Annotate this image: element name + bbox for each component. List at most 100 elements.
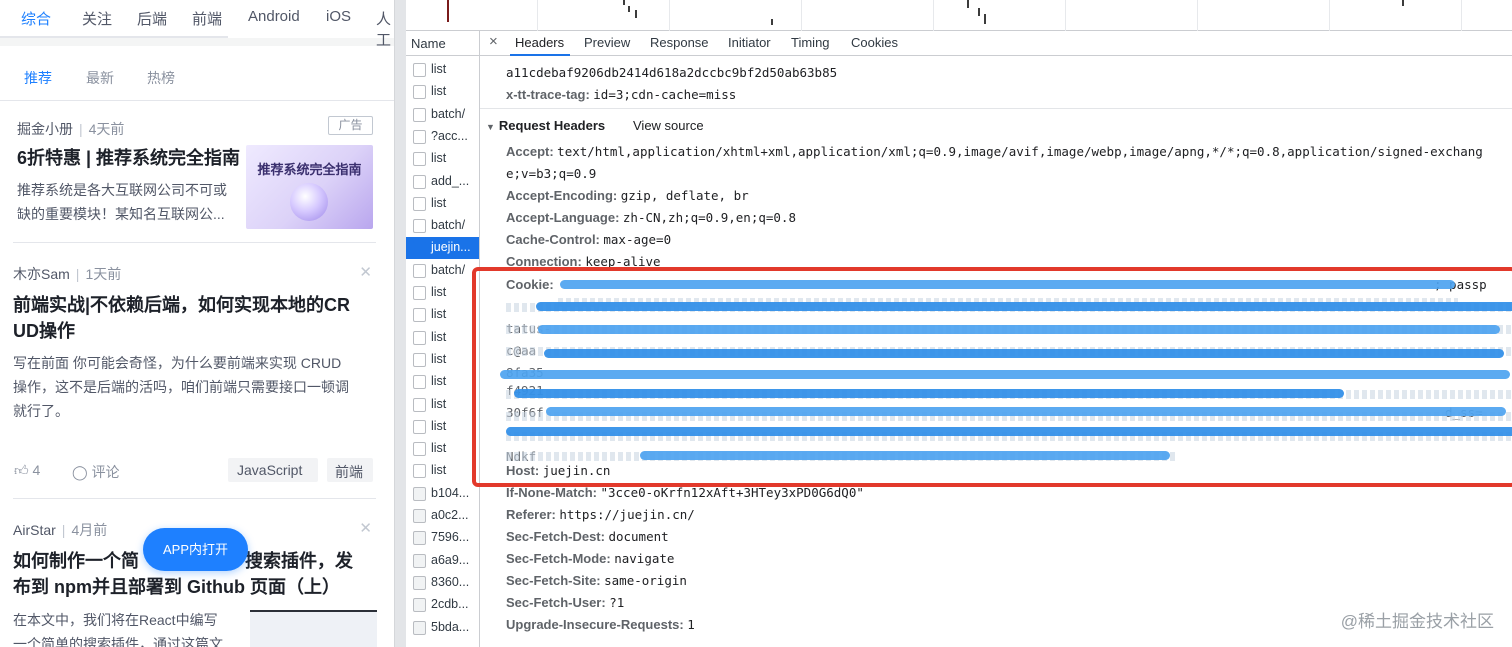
post-time: 4月前 [71, 522, 108, 538]
request-row[interactable]: ?acc... [406, 126, 479, 148]
title-fragment: 如何制作一个简 [13, 551, 139, 571]
nav-tab-frontend[interactable]: 前端 [192, 8, 222, 29]
article-meta: 木亦Sam | 1天前 [13, 266, 122, 282]
request-row[interactable]: list [406, 371, 479, 393]
request-row[interactable]: list [406, 327, 479, 349]
header-key: Referer: [506, 507, 556, 522]
request-row[interactable]: batch/ [406, 215, 479, 237]
image-file-icon [413, 598, 426, 613]
author-name[interactable]: 木亦Sam [13, 266, 70, 282]
request-row[interactable]: 7596... [406, 527, 479, 549]
nav-tab-following[interactable]: 关注 [82, 8, 112, 29]
image-file-icon [413, 509, 426, 523]
request-row[interactable]: b104... [406, 483, 479, 505]
article-thumbnail[interactable]: 推荐系统完全指南 [246, 145, 373, 229]
view-source-link[interactable]: View source [633, 118, 704, 133]
tab-initiator[interactable]: Initiator [728, 35, 771, 50]
article-title[interactable]: 6折特惠 | 推荐系统完全指南 [17, 145, 240, 171]
close-icon[interactable]: × [489, 33, 498, 50]
post-time: 1天前 [85, 266, 122, 282]
like-button[interactable]: 👍︎ 4 [14, 462, 40, 479]
request-row[interactable]: list [406, 394, 479, 416]
comment-button[interactable]: ◯ 评论 [72, 462, 120, 482]
request-row[interactable]: list [406, 59, 479, 81]
request-row[interactable]: list [406, 148, 479, 170]
document-file-icon [413, 308, 426, 323]
subtab-recommended[interactable]: 推荐 [24, 68, 52, 88]
nav-tab-android[interactable]: Android [248, 8, 300, 25]
request-header-row: Sec-Fetch-Site: same-origin [506, 573, 687, 588]
request-name-column: Name list list batch/?acc... list add_... lis… [406, 31, 480, 647]
request-name: b104... [431, 485, 470, 500]
open-in-app-button[interactable]: APP内打开 [143, 528, 248, 571]
request-name: 5bda... [431, 619, 470, 634]
article-abstract: 在本文中，我们将在React中编写 一个简单的搜索插件，通过这篇文 [13, 608, 243, 647]
request-row[interactable]: list [406, 81, 479, 103]
request-row[interactable]: list [406, 349, 479, 371]
request-row[interactable]: list [406, 460, 479, 482]
tab-response[interactable]: Response [650, 35, 709, 50]
timeline-bar [1402, 0, 1404, 6]
name-column-header[interactable]: Name [406, 31, 479, 56]
request-row[interactable]: batch/ [406, 260, 479, 282]
nav-tab-comprehensive[interactable]: 综合 [21, 8, 51, 29]
article-title[interactable]: 前端实战|不依赖后端，如何实现本地的CR UD操作 [13, 292, 383, 344]
response-header-row: x-tt-trace-tag: id=3;cdn-cache=miss [506, 87, 736, 102]
timeline-bar [771, 19, 773, 25]
watermark: @稀土掘金技术社区 [1340, 612, 1494, 631]
request-name: list [431, 62, 447, 76]
subtab-latest[interactable]: 最新 [86, 68, 114, 88]
article-abstract: 写在前面 你可能会奇怪，为什么要前端来实现 CRUD 操作，这不是后端的活吗，咱… [13, 351, 383, 423]
request-row[interactable]: batch/ [406, 104, 479, 126]
header-value: e;v=b3;q=0.9 [506, 166, 597, 181]
article-thumbnail[interactable] [250, 610, 377, 647]
header-value: text/html,application/xhtml+xml,applicat… [557, 144, 1483, 159]
nav-tab-backend[interactable]: 后端 [137, 8, 167, 29]
request-header-row: e;v=b3;q=0.9 [506, 166, 596, 181]
request-row[interactable]: a6a9... [406, 550, 479, 572]
tag-javascript[interactable]: JavaScript [237, 462, 302, 478]
dismiss-icon[interactable]: ✕ [359, 519, 372, 537]
header-value: id=3;cdn-cache=miss [593, 87, 737, 102]
request-row[interactable]: list [406, 193, 479, 215]
request-row[interactable]: juejin... [406, 237, 479, 260]
image-file-icon [413, 620, 426, 635]
nav-tab-ai[interactable]: 人工 [376, 8, 394, 50]
tab-cookies[interactable]: Cookies [851, 35, 898, 50]
tab-timing[interactable]: Timing [791, 35, 830, 50]
author-name[interactable]: 掘金小册 [17, 121, 73, 137]
request-name: list [431, 285, 447, 299]
request-row[interactable]: list [406, 304, 479, 326]
nav-tab-ios[interactable]: iOS [326, 8, 351, 25]
dismiss-icon[interactable]: ✕ [359, 263, 372, 281]
request-row[interactable]: 2cdb... [406, 594, 479, 616]
post-time: 4天前 [88, 121, 125, 137]
tab-preview[interactable]: Preview [584, 35, 630, 50]
request-row[interactable]: 8360... [406, 572, 479, 594]
request-row[interactable]: a0c2... [406, 505, 479, 527]
request-row[interactable]: 5bda... [406, 617, 479, 639]
document-file-icon [413, 219, 426, 234]
request-name: batch/ [431, 106, 466, 121]
document-file-icon [413, 330, 426, 345]
tab-headers[interactable]: Headers [515, 35, 564, 50]
request-name: 2cdb... [431, 597, 469, 612]
request-name: list [431, 463, 447, 478]
request-row[interactable]: add_... [406, 171, 479, 193]
timeline-bar [623, 0, 625, 5]
request-headers-section-toggle[interactable]: ▼ Request Headers [486, 118, 605, 133]
network-overview-timeline[interactable] [406, 0, 1512, 31]
panel-splitter[interactable] [394, 0, 406, 647]
author-name[interactable]: AirStar [13, 522, 56, 538]
image-file-icon [413, 553, 426, 568]
subtab-hot[interactable]: 热榜 [147, 68, 175, 88]
request-name: list [431, 195, 447, 210]
details-tab-bar: × Headers Preview Response Initiator Tim… [480, 31, 1512, 56]
tag-frontend[interactable]: 前端 [335, 462, 363, 482]
section-divider [480, 108, 1512, 109]
request-row[interactable]: list [406, 282, 479, 304]
request-header-row: Sec-Fetch-Mode: navigate [506, 551, 674, 566]
request-row[interactable]: list [406, 438, 479, 460]
request-row[interactable]: list [406, 416, 479, 438]
timeline-bar [967, 0, 969, 8]
